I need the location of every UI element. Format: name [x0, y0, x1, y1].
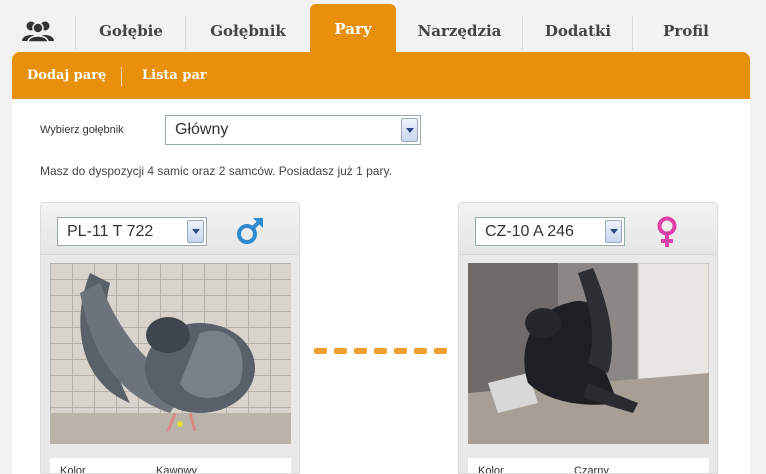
sub-navigation: Dodaj parę Lista par: [12, 52, 750, 99]
loft-select[interactable]: Główny: [165, 115, 421, 145]
content-panel: Wybierz gołębnik Główny Masz do dyspozyc…: [12, 99, 750, 474]
female-card-header: CZ-10 A 246: [459, 203, 717, 255]
main-tabs: Gołębie Gołębnik Pary Narzędzia Dodatki …: [0, 0, 766, 54]
tab-dodatki[interactable]: Dodatki: [523, 10, 633, 52]
users-icon: [22, 21, 54, 42]
male-symbol-icon: [237, 218, 263, 244]
male-ring-select[interactable]: PL-11 T 722: [57, 217, 207, 246]
male-card-header: PL-11 T 722: [41, 203, 299, 255]
tab-label: Pary: [334, 20, 372, 38]
male-attr-row: Kolor Kawowy: [50, 458, 291, 474]
male-pigeon-photo: [50, 263, 291, 444]
female-pigeon-photo: [468, 263, 709, 444]
pair-connector: [314, 348, 447, 354]
loft-label: Wybierz gołębnik: [40, 124, 124, 136]
tab-label: Dodatki: [544, 22, 612, 40]
female-ring-select[interactable]: CZ-10 A 246: [475, 217, 625, 246]
app-root: Gołębie Gołębnik Pary Narzędzia Dodatki …: [0, 0, 766, 474]
loft-select-value: Główny: [175, 121, 229, 138]
tab-golebnik[interactable]: Gołębnik: [186, 10, 310, 52]
male-attr-label: Kolor: [60, 465, 86, 474]
female-card: CZ-10 A 246 Kolor Czarny: [458, 202, 718, 474]
tab-label: Gołębie: [99, 22, 163, 40]
pair-list-link[interactable]: Lista par: [142, 68, 207, 83]
add-pair-link[interactable]: Dodaj parę: [27, 68, 106, 83]
female-ring-value: CZ-10 A 246: [485, 222, 574, 240]
female-attr-row: Kolor Czarny: [468, 458, 709, 474]
tab-label: Profil: [663, 22, 709, 40]
male-attr-value: Kawowy: [156, 465, 197, 474]
female-attr-value: Czarny: [574, 465, 609, 474]
male-card: PL-11 T 722 Kolor Kawowy: [40, 202, 300, 474]
subnav-divider: [121, 67, 122, 86]
female-symbol-icon: [657, 216, 677, 247]
tab-golebie[interactable]: Gołębie: [76, 10, 186, 52]
tab-label: Narzędzia: [417, 22, 502, 40]
chevron-down-icon[interactable]: [187, 220, 204, 243]
chevron-down-icon[interactable]: [605, 220, 622, 243]
male-ring-value: PL-11 T 722: [67, 222, 154, 240]
tab-label: Gołębnik: [210, 22, 286, 40]
female-attr-label: Kolor: [478, 465, 504, 474]
pairs-info-text: Masz do dyspozycji 4 samic oraz 2 samców…: [40, 164, 392, 178]
tab-pary[interactable]: Pary: [310, 4, 396, 54]
chevron-down-icon[interactable]: [401, 118, 418, 142]
tab-narzedzia[interactable]: Narzędzia: [396, 10, 523, 52]
tab-users[interactable]: [0, 10, 76, 52]
tab-profil[interactable]: Profil: [633, 10, 739, 52]
